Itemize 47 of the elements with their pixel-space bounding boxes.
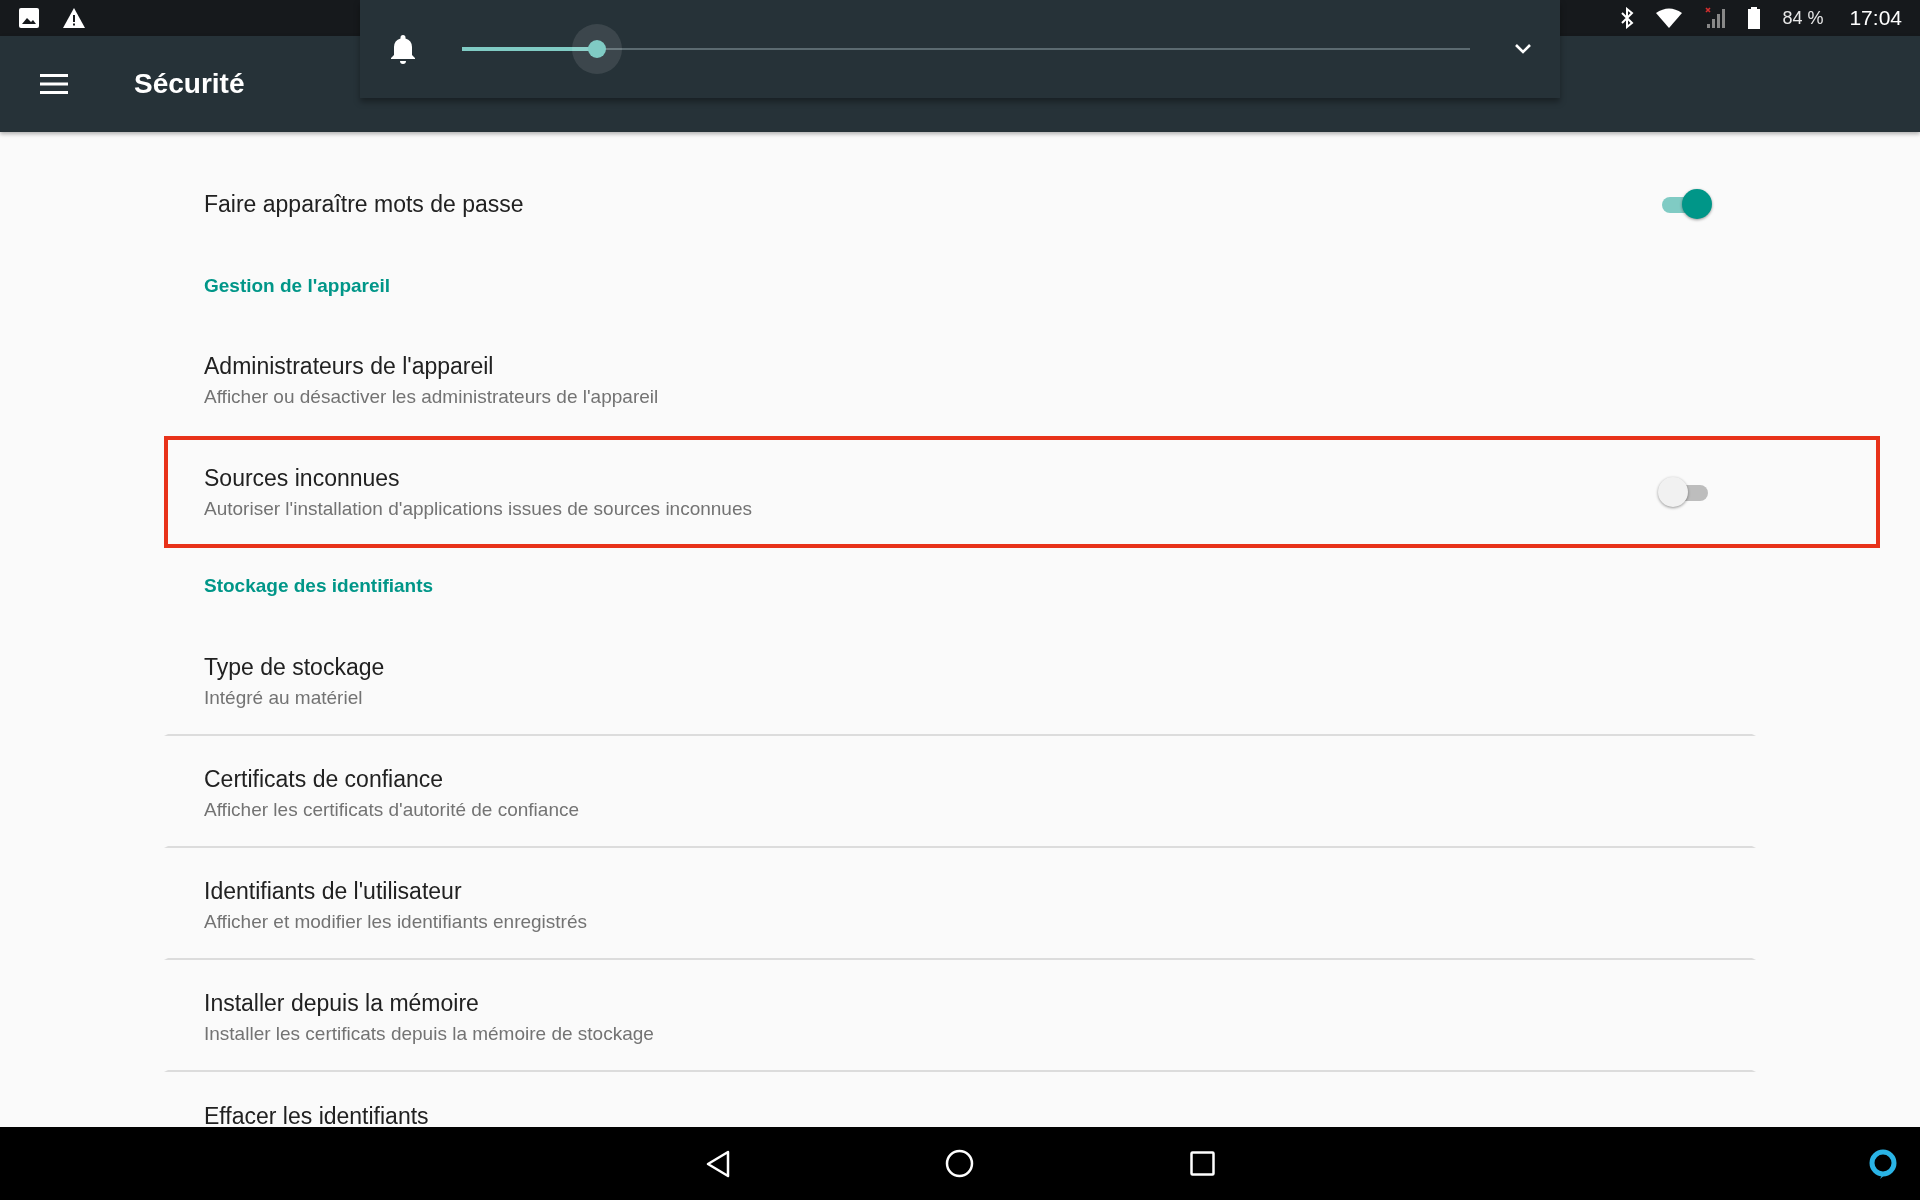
setting-title: Type de stockage xyxy=(204,653,386,681)
setting-title: Identifiants de l'utilisateur xyxy=(204,877,463,905)
back-button[interactable] xyxy=(706,1149,730,1178)
setting-description: Afficher ou désactiver les administrateurs de l'appareil xyxy=(204,385,660,408)
volume-slider[interactable] xyxy=(462,24,1470,74)
setting-row[interactable]: Effacer les identifiants xyxy=(164,1072,1756,1127)
clock: 17:04 xyxy=(1849,6,1902,30)
page-title: Sécurité xyxy=(134,68,245,100)
section-header: Gestion de l'appareil xyxy=(204,275,391,297)
setting-row[interactable]: Identifiants de l'utilisateur Afficher et modifier les identifiants enregistrés xyxy=(164,848,1756,960)
menu-button[interactable] xyxy=(40,74,68,94)
setting-title: Installer depuis la mémoire xyxy=(204,989,480,1017)
setting-description: Autoriser l'installation d'applications issues de sources inconnues xyxy=(204,497,753,520)
setting-row[interactable]: Administrateurs de l'appareil Afficher ou désactiver les administrateurs de l'appareil xyxy=(164,324,1756,436)
cellular-signal-icon xyxy=(1704,7,1727,29)
ring-icon xyxy=(1868,1147,1898,1180)
wifi-icon xyxy=(1656,8,1683,28)
expand-button[interactable] xyxy=(1514,43,1532,55)
slider-thumb[interactable] xyxy=(572,24,623,74)
chevron-down-icon xyxy=(1514,43,1532,55)
setting-title: Certificats de confiance xyxy=(204,765,445,793)
setting-row[interactable]: Certificats de confiance Afficher les certificats d'autorité de confiance xyxy=(164,736,1756,848)
recents-button[interactable] xyxy=(1190,1151,1215,1176)
setting-title: Administrateurs de l'appareil xyxy=(204,352,495,380)
section-header: Stockage des identifiants xyxy=(204,575,434,597)
bell-icon xyxy=(388,33,418,65)
back-icon xyxy=(706,1149,730,1178)
bluetooth-icon xyxy=(1620,7,1635,29)
setting-description: Afficher et modifier les identifiants enregistrés xyxy=(204,910,588,933)
menu-icon xyxy=(40,74,68,94)
setting-description: Afficher les certificats d'autorité de confiance xyxy=(204,798,581,821)
home-button[interactable] xyxy=(945,1149,974,1178)
highlighted-setting-row[interactable]: Sources inconnues Autoriser l'installation d'applications issues de sources inconnues xyxy=(164,436,1880,548)
setting-title: Faire apparaître mots de passe xyxy=(204,190,525,218)
setting-description: Intégré au matériel xyxy=(204,686,364,709)
setting-title: Effacer les identifiants xyxy=(204,1102,430,1127)
warning-icon xyxy=(62,7,86,29)
battery-percentage: 84 % xyxy=(1782,7,1824,29)
recents-icon xyxy=(1190,1151,1215,1176)
image-icon xyxy=(18,7,40,29)
home-icon xyxy=(945,1149,974,1178)
setting-row[interactable]: Installer depuis la mémoire Installer les certificats depuis la mémoire de stockage xyxy=(164,960,1756,1072)
setting-row[interactable]: Faire apparaître mots de passe xyxy=(164,160,1756,248)
setting-title: Sources inconnues xyxy=(204,464,401,492)
setting-row[interactable]: Type de stockage Intégré au matériel xyxy=(164,624,1756,736)
battery-icon xyxy=(1748,7,1761,29)
setting-description: Installer les certificats depuis la mémoire de stockage xyxy=(204,1022,655,1045)
